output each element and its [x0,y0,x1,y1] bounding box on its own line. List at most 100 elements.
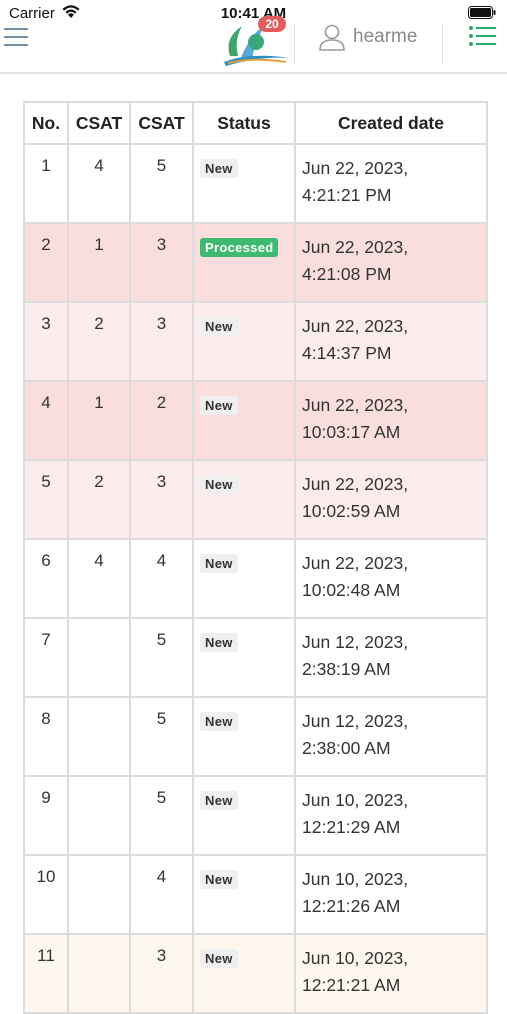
table-row[interactable]: 8 5 New Jun 12, 2023, 2:38:00 AM [23,696,488,777]
cell-csat: 4 [67,538,131,619]
status-badge: New [200,791,238,810]
table-row[interactable]: 4 1 2 New Jun 22, 2023, 10:03:17 AM [23,380,488,461]
cell-csat-2: 4 [129,538,194,619]
feedback-table-container: No. CSAT CSAT Status Created date 1 4 5 New… [23,101,488,1014]
created-time-line: 12:21:21 AM [302,975,401,995]
cell-csat-2: 5 [129,617,194,698]
list-menu-icon[interactable] [468,24,498,48]
cell-no: 6 [23,538,69,619]
created-date-line: Jun 12, 2023, [302,632,409,652]
created-date-line: Jun 22, 2023, [302,395,409,415]
cell-created-date: Jun 22, 2023, 4:21:08 PM [294,222,488,303]
cell-no: 4 [23,380,69,461]
header-divider [294,24,295,64]
created-time-line: 12:21:29 AM [302,817,401,837]
cell-csat: 4 [67,143,131,224]
cell-status: New [192,696,296,777]
cell-csat [67,617,131,698]
cell-csat-2: 5 [129,143,194,224]
cell-csat: 1 [67,380,131,461]
status-badge: Processed [200,238,279,257]
feedback-table: No. CSAT CSAT Status Created date 1 4 5 New… [23,101,488,1014]
cell-csat-2: 5 [129,696,194,777]
cell-csat: 1 [67,222,131,303]
cell-csat [67,775,131,856]
cell-csat-2: 3 [129,222,194,303]
column-header-no[interactable]: No. [23,101,69,145]
table-row[interactable]: 11 3 New Jun 10, 2023, 12:21:21 AM [23,933,488,1014]
cell-status: New [192,617,296,698]
cell-status: New [192,459,296,540]
column-header-csat[interactable]: CSAT [67,101,131,145]
status-badge: New [200,159,238,178]
status-badge: New [200,396,238,415]
user-icon [319,24,345,51]
cell-created-date: Jun 12, 2023, 2:38:00 AM [294,696,488,777]
column-header-created-date[interactable]: Created date [294,101,488,145]
status-badge: New [200,633,238,652]
username-label: hearme [353,26,418,47]
created-time-line: 4:21:08 PM [302,264,392,284]
created-time-line: 4:21:21 PM [302,185,392,205]
column-header-status[interactable]: Status [192,101,296,145]
created-time-line: 2:38:00 AM [302,738,391,758]
table-row[interactable]: 1 4 5 New Jun 22, 2023, 4:21:21 PM [23,143,488,224]
created-date-line: Jun 22, 2023, [302,474,409,494]
cell-csat [67,933,131,1014]
cell-created-date: Jun 22, 2023, 4:21:21 PM [294,143,488,224]
created-date-line: Jun 12, 2023, [302,711,409,731]
status-badge: New [200,949,238,968]
cell-csat: 2 [67,301,131,382]
table-row[interactable]: 6 4 4 New Jun 22, 2023, 10:02:48 AM [23,538,488,619]
cell-no: 5 [23,459,69,540]
table-row[interactable]: 10 4 New Jun 10, 2023, 12:21:26 AM [23,854,488,935]
cell-no: 1 [23,143,69,224]
table-row[interactable]: 5 2 3 New Jun 22, 2023, 10:02:59 AM [23,459,488,540]
cell-no: 2 [23,222,69,303]
cell-created-date: Jun 10, 2023, 12:21:21 AM [294,933,488,1014]
cell-csat [67,854,131,935]
table-body: 1 4 5 New Jun 22, 2023, 4:21:21 PM 2 1 3 Processe… [23,143,488,1014]
column-header-csat-2[interactable]: CSAT [129,101,194,145]
cell-csat-2: 2 [129,380,194,461]
cell-created-date: Jun 22, 2023, 4:14:37 PM [294,301,488,382]
cell-status: New [192,854,296,935]
created-time-line: 10:02:48 AM [302,580,401,600]
cell-status: New [192,538,296,619]
user-profile-button[interactable]: hearme [317,21,417,53]
status-badge: New [200,870,238,889]
hamburger-menu-icon[interactable] [4,25,30,49]
cell-csat [67,696,131,777]
table-row[interactable]: 3 2 3 New Jun 22, 2023, 4:14:37 PM [23,301,488,382]
cell-created-date: Jun 22, 2023, 10:02:48 AM [294,538,488,619]
cell-no: 8 [23,696,69,777]
cell-csat-2: 3 [129,933,194,1014]
created-time-line: 2:38:19 AM [302,659,391,679]
created-time-line: 4:14:37 PM [302,343,392,363]
created-date-line: Jun 10, 2023, [302,869,409,889]
created-time-line: 12:21:26 AM [302,896,401,916]
table-row[interactable]: 9 5 New Jun 10, 2023, 12:21:29 AM [23,775,488,856]
cell-status: Processed [192,222,296,303]
cell-csat: 2 [67,459,131,540]
notification-badge[interactable]: 20 [258,16,286,32]
created-date-line: Jun 22, 2023, [302,158,409,178]
status-badge: New [200,317,238,336]
cell-created-date: Jun 12, 2023, 2:38:19 AM [294,617,488,698]
cell-status: New [192,380,296,461]
cell-status: New [192,301,296,382]
cell-no: 7 [23,617,69,698]
cell-created-date: Jun 22, 2023, 10:02:59 AM [294,459,488,540]
table-row[interactable]: 2 1 3 Processed Jun 22, 2023, 4:21:08 PM [23,222,488,303]
cell-status: New [192,933,296,1014]
cell-no: 11 [23,933,69,1014]
cell-status: New [192,143,296,224]
created-date-line: Jun 22, 2023, [302,316,409,336]
status-badge: New [200,712,238,731]
cell-created-date: Jun 22, 2023, 10:03:17 AM [294,380,488,461]
cell-csat-2: 3 [129,459,194,540]
status-badge: New [200,554,238,573]
created-time-line: 10:03:17 AM [302,422,401,442]
status-badge: New [200,475,238,494]
table-row[interactable]: 7 5 New Jun 12, 2023, 2:38:19 AM [23,617,488,698]
